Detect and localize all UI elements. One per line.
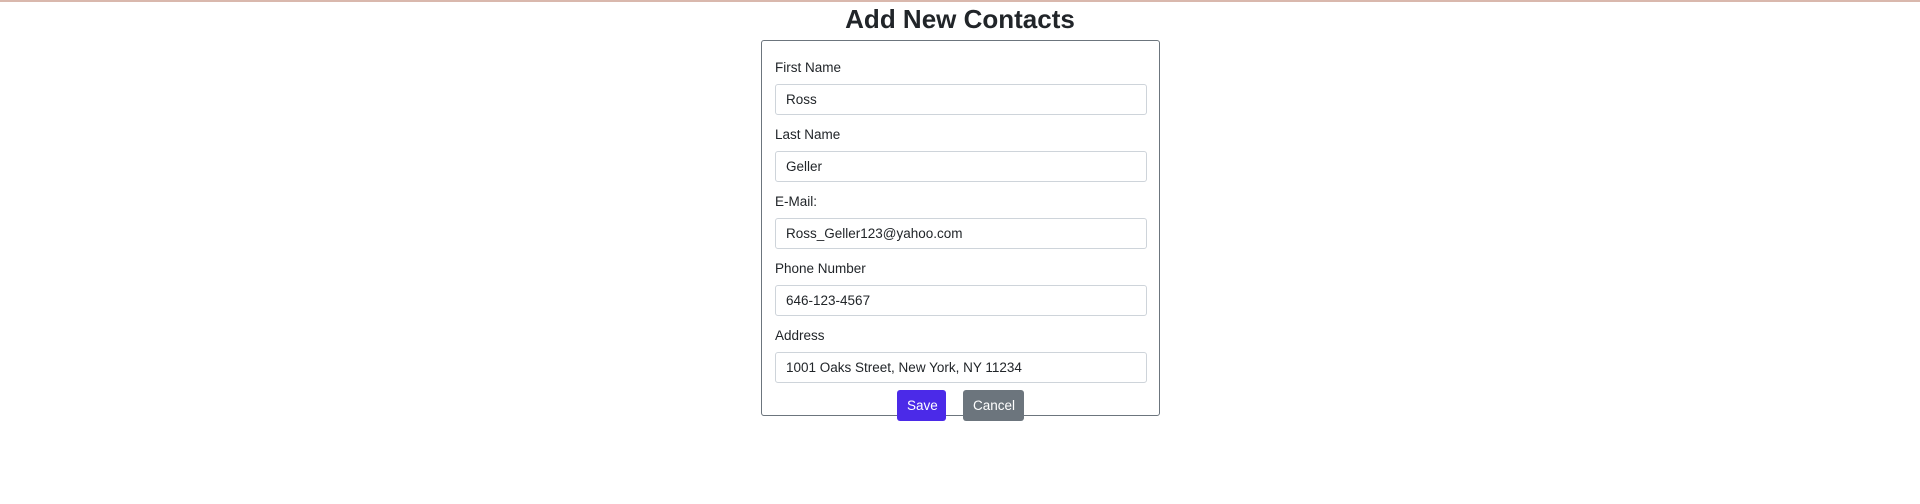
last-name-label: Last Name	[775, 127, 841, 142]
address-label: Address	[775, 328, 825, 343]
page-title: Add New Contacts	[845, 4, 1075, 34]
add-contact-form: First Name Last Name E-Mail: Phone Numbe…	[761, 40, 1160, 421]
email-input[interactable]	[775, 218, 1147, 249]
first-name-label: First Name	[775, 60, 842, 75]
top-border-line	[0, 0, 1920, 2]
address-input[interactable]	[775, 352, 1147, 383]
first-name-input[interactable]	[775, 84, 1147, 115]
last-name-input[interactable]	[775, 151, 1147, 182]
cancel-button[interactable]: Cancel	[963, 390, 1024, 421]
email-label: E-Mail:	[775, 194, 818, 209]
phone-number-input[interactable]	[775, 285, 1147, 316]
save-button[interactable]: Save	[897, 390, 946, 421]
phone-number-label: Phone Number	[775, 261, 866, 276]
form-actions: Save Cancel	[775, 390, 1146, 421]
